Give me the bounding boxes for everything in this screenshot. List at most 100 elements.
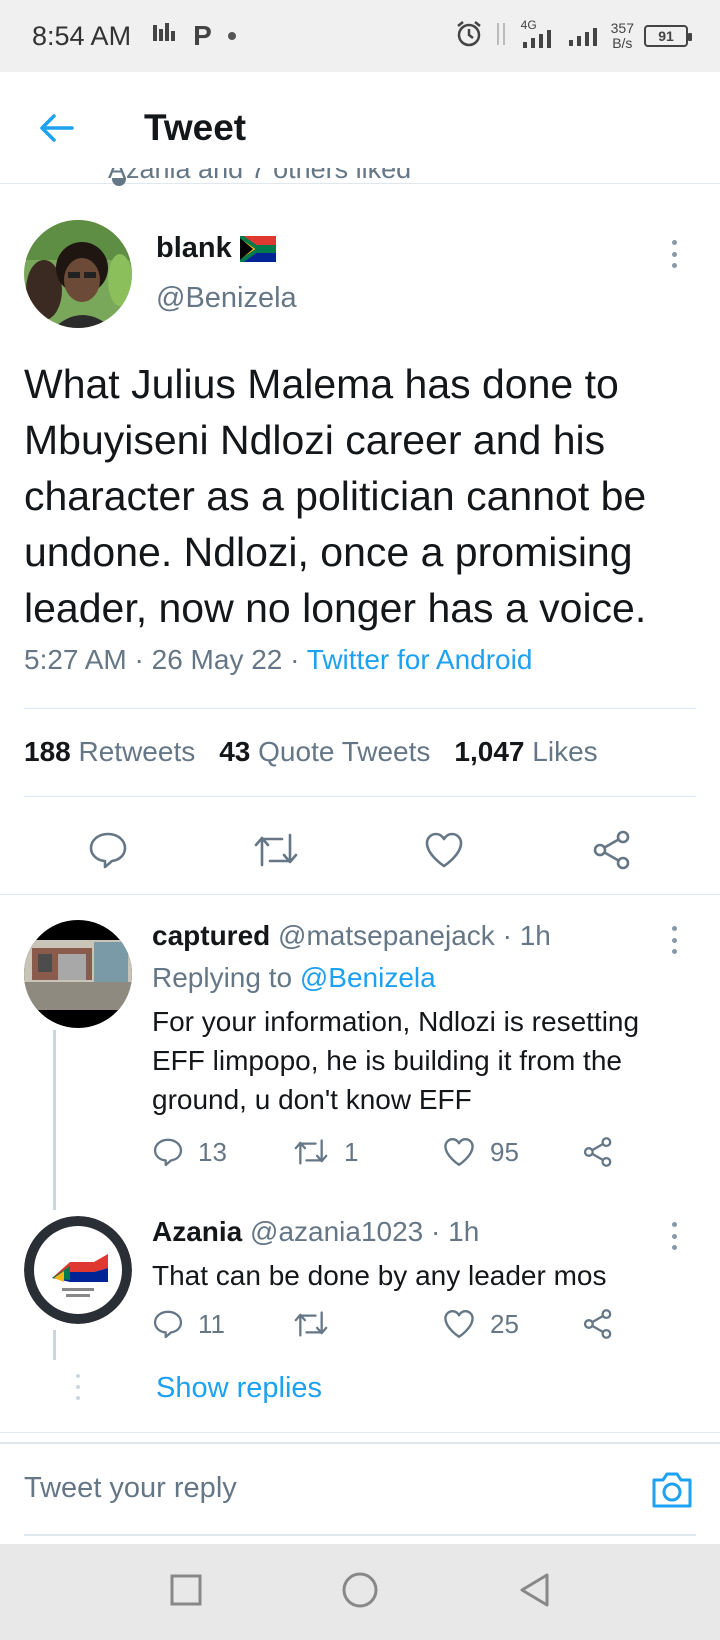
notification-dot-icon [227,32,236,40]
reply-header: captured @matsepanejack · 1h [152,920,551,952]
reply-more-button[interactable] [662,920,686,960]
reply-author-name[interactable]: captured [152,920,270,951]
reply-composer: Tweet your reply [0,1442,720,1542]
reply-author-name[interactable]: Azania [152,1216,242,1247]
reply-author-handle[interactable]: @azania1023 [250,1216,423,1247]
author-name-text: blank [156,232,232,264]
recents-button[interactable] [169,1573,203,1612]
more-options-button[interactable] [662,234,686,274]
likes-count: 1,047 [454,736,525,767]
camera-button[interactable] [648,1468,696,1512]
age-separator: · [502,920,520,951]
reply-count: 13 [198,1136,227,1167]
author-avatar[interactable] [24,220,132,328]
reply-icon [89,832,127,869]
reply-text: For your information, Ndlozi is resettin… [152,1006,640,1115]
reply-item[interactable]: Azania @azania1023 · 1h That can be done… [24,1216,696,1366]
reply-share-button[interactable] [582,1136,614,1168]
reply-age: 1h [448,1216,480,1247]
reply-header: Azania @azania1023 · 1h [152,1216,479,1248]
show-replies-link[interactable]: Show replies [156,1372,322,1405]
age-separator: · [431,1216,449,1247]
quote-tweets-stat[interactable]: 43 Quote Tweets [219,736,430,768]
likes-stat[interactable]: 1,047 Likes [454,736,597,768]
reply-author-handle[interactable]: @matsepanejack [278,920,495,951]
thread-line [53,1330,56,1360]
like-count: 25 [490,1308,519,1339]
reply-reply-button[interactable]: 11 [152,1308,225,1340]
retweet-button[interactable] [252,826,300,874]
heart-icon [444,1310,474,1338]
reply-item[interactable]: captured @matsepanejack · 1h Replying to… [24,920,696,1170]
parking-icon: P [193,20,212,51]
nav-back-button[interactable] [517,1572,551,1613]
tweet-stats: 188 Retweets 43 Quote Tweets 1,047 Likes [24,736,598,768]
retweet-icon [294,1139,328,1165]
camera-icon [652,1472,692,1508]
alarm-icon [455,20,483,53]
quotes-count: 43 [219,736,251,767]
reply-icon [153,1138,183,1167]
south-africa-flag-icon [239,235,276,262]
thread-dots-icon [76,1374,80,1400]
author-handle[interactable]: @Benizela [156,282,297,315]
speed-value: 357 [610,20,634,36]
status-notification-icons: P [151,20,236,52]
retweets-label: Retweets [78,736,196,767]
divider [0,1432,720,1433]
reply-age: 1h [519,920,551,951]
retweet-icon [294,1311,328,1337]
reply-retweet-button[interactable] [292,1308,344,1340]
signal-4g-icon: 4G [519,18,555,50]
system-nav-bar [0,1544,720,1640]
retweets-count: 188 [24,736,71,767]
meta-separator: · [290,644,307,675]
reply-actions: 11 25 [152,1308,632,1348]
social-context[interactable]: Azania and 7 others liked [108,168,411,190]
author-name[interactable]: blank [156,232,276,265]
square-icon [170,1574,202,1605]
quotes-label: Quote Tweets [258,736,431,767]
likes-label: Likes [532,736,598,767]
network-speed: 357 B/s [611,21,634,51]
tweet-actions [24,822,696,878]
divider [0,894,720,895]
back-button[interactable] [26,98,86,158]
reply-like-button[interactable]: 25 [442,1308,519,1340]
retweets-stat[interactable]: 188 Retweets [24,736,195,768]
tweet-text: What Julius Malema has done to Mbuyiseni… [24,361,647,631]
divider [24,796,696,797]
reply-input[interactable]: Tweet your reply [24,1472,237,1505]
like-count: 95 [490,1136,519,1167]
tweet-meta: 5:27 AM · 26 May 22 · Twitter for Androi… [24,644,532,676]
share-button[interactable] [588,826,636,874]
reply-like-button[interactable]: 95 [442,1136,519,1168]
replying-to: Replying to @Benizela [152,962,436,994]
input-underline [24,1534,696,1536]
share-icon [583,1309,612,1339]
tweet-source-link[interactable]: Twitter for Android [307,644,533,675]
back-arrow-icon [40,113,74,142]
reply-text: That can be done by any leader mos [152,1260,607,1291]
divider [24,708,696,709]
meta-separator: · [134,644,152,675]
reply-avatar[interactable] [24,1216,132,1324]
replying-to-handle[interactable]: @Benizela [300,962,436,993]
tweet-date: 26 May 22 [151,644,283,675]
heart-icon [444,1138,474,1166]
reply-avatar[interactable] [24,920,132,1028]
reply-actions: 13 1 95 [152,1136,632,1176]
status-bar: 8:54 AM P 4G 357 B/s 91 [0,0,720,72]
reply-retweet-button[interactable]: 1 [292,1136,358,1168]
tweet-author: blank @Benizela [24,220,696,330]
reply-reply-button[interactable]: 13 [152,1136,227,1168]
reply-button[interactable] [84,826,132,874]
home-button[interactable] [341,1571,379,1614]
reply-share-button[interactable] [582,1308,614,1340]
reply-icon [153,1310,183,1339]
like-button[interactable] [420,826,468,874]
battery-icon: 91 [644,25,692,47]
battery-level: 91 [658,28,674,44]
speed-unit: B/s [612,35,633,51]
reply-more-button[interactable] [662,1216,686,1256]
